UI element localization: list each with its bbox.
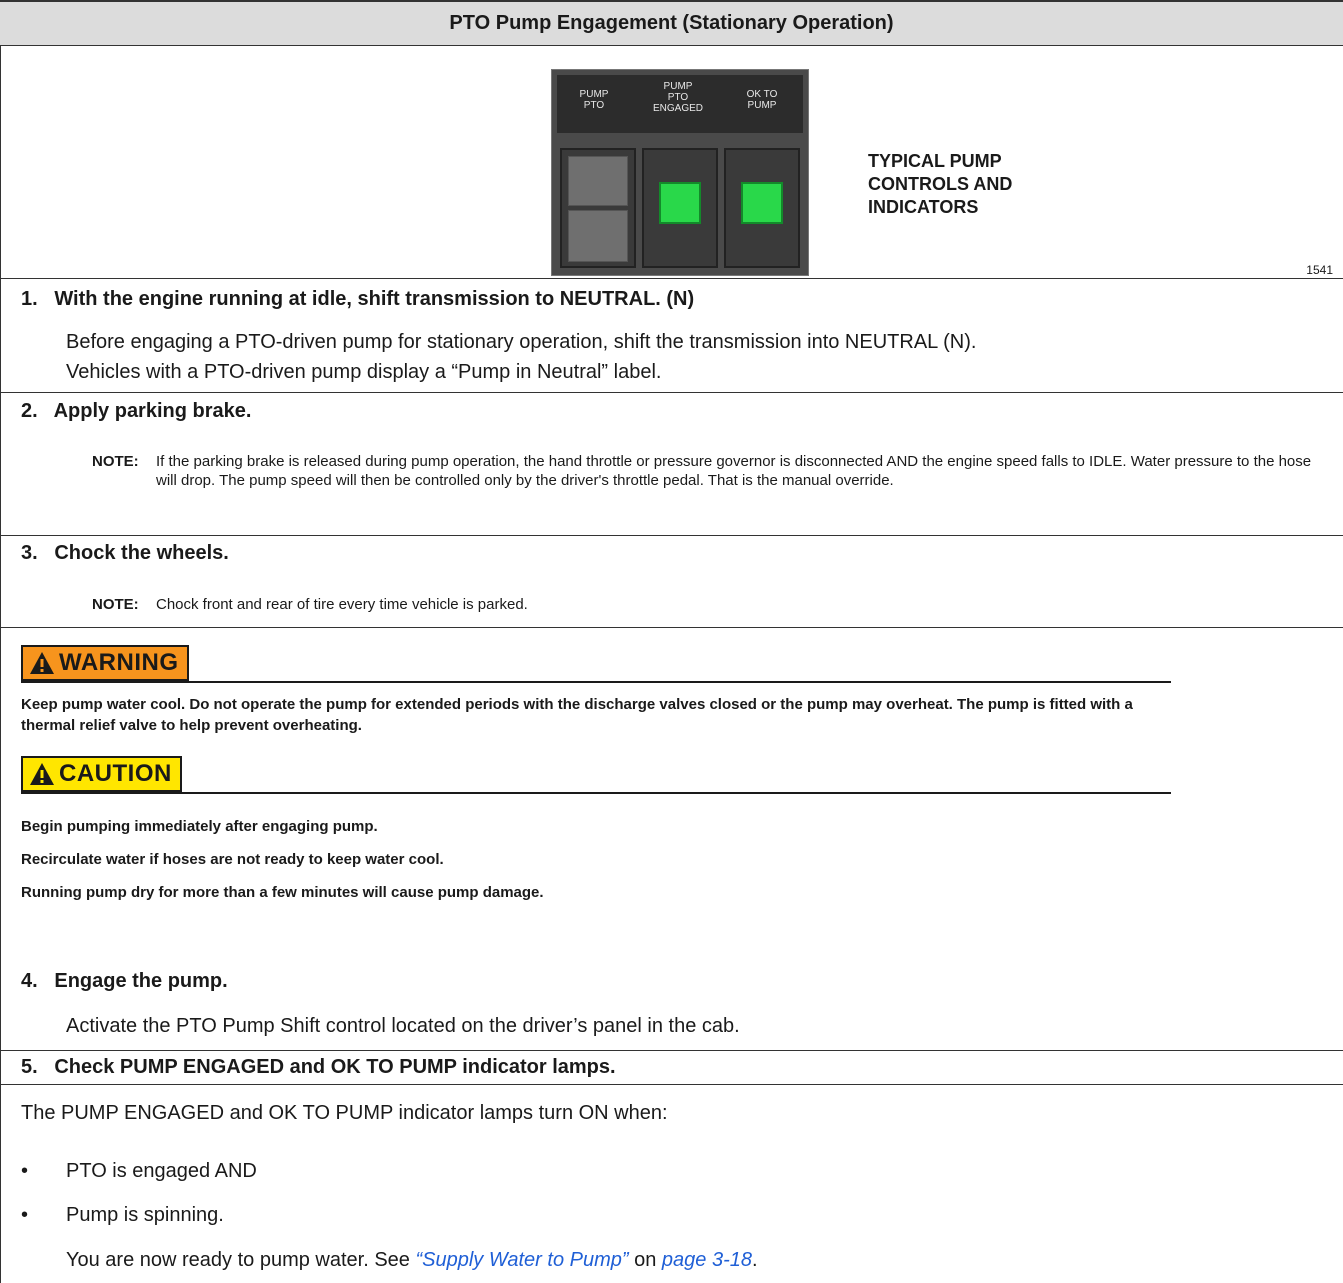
- pump-pto-label-text: PUMP PTO: [579, 89, 609, 111]
- caution-item: Running pump dry for more than a few min…: [21, 884, 544, 901]
- pump-pto-label: PUMP PTO: [559, 89, 629, 111]
- pump-pto-engaged-label-text: PUMP PTO ENGAGED: [652, 81, 703, 114]
- step-1-body: Before engaging a PTO-driven pump for st…: [66, 330, 976, 385]
- note-label: NOTE:: [92, 453, 139, 470]
- step-5-intro: The PUMP ENGAGED and OK TO PUMP indicato…: [21, 1102, 668, 1124]
- step-1-title-text: 1. With the engine running at idle, shif…: [21, 288, 695, 310]
- row-divider: [0, 1050, 1343, 1051]
- ready-text: .: [751, 1249, 758, 1271]
- note-text: If the parking brake is released during …: [156, 453, 1312, 489]
- pump-control-panel-figure: PUMP PTO PUMP PTO ENGAGED OK TO PUMP: [551, 69, 809, 276]
- warning-rule: [21, 681, 1171, 683]
- step-2-note: NOTE: If the parking brake is released du…: [92, 452, 1337, 490]
- step-4-body: Activate the PTO Pump Shift control loca…: [66, 1015, 740, 1037]
- page-3-18-link[interactable]: page 3-18: [662, 1249, 752, 1271]
- pump-engaged-lamp-icon: [659, 182, 701, 224]
- step-1-body-line: Vehicles with a PTO-driven pump display …: [66, 361, 662, 383]
- pump-pto-rocker-switch: [560, 148, 636, 268]
- figure-caption-line: INDICATORS: [868, 197, 979, 217]
- section-title: PTO Pump Engagement (Stationary Operatio…: [0, 0, 1343, 46]
- bullet-text: PTO is engaged AND: [66, 1160, 257, 1182]
- ok-to-pump-label-text: OK TO PUMP: [746, 89, 778, 111]
- panel-label-strip: PUMP PTO PUMP PTO ENGAGED OK TO PUMP: [557, 75, 803, 133]
- figure-caption-line: TYPICAL PUMP: [868, 151, 1002, 171]
- bullet-item: • PTO is engaged AND: [21, 1160, 257, 1183]
- pump-pto-engaged-label: PUMP PTO ENGAGED: [643, 81, 713, 114]
- row-divider: [0, 392, 1343, 393]
- rocker-lower: [568, 210, 628, 262]
- step-1-body-line: Before engaging a PTO-driven pump for st…: [66, 331, 977, 353]
- bullet-glyph: •: [21, 1204, 29, 1226]
- ok-to-pump-indicator: [724, 148, 800, 268]
- row-divider: [0, 278, 1343, 279]
- step-4-title: 4. Engage the pump.: [21, 970, 228, 993]
- warning-badge: WARNING: [21, 645, 189, 681]
- step-1-title: 1. With the engine running at idle, shif…: [21, 288, 694, 311]
- row-divider: [0, 627, 1343, 628]
- warning-triangle-icon: [30, 652, 54, 674]
- ready-line: You are now ready to pump water. See “Su…: [66, 1248, 758, 1273]
- figure-number: 1541: [1306, 263, 1333, 277]
- ready-text: on: [628, 1249, 662, 1271]
- note-label: NOTE:: [92, 596, 139, 613]
- caution-rule: [21, 792, 1171, 794]
- step-3-title: 3. Chock the wheels.: [21, 542, 229, 565]
- caution-item: Recirculate water if hoses are not ready…: [21, 851, 444, 868]
- supply-water-link[interactable]: “Supply Water to Pump”: [415, 1249, 628, 1271]
- rocker-upper: [568, 156, 628, 206]
- step-3-title-text: 3. Chock the wheels.: [21, 542, 229, 564]
- note-text: Chock front and rear of tire every time …: [156, 596, 528, 613]
- warning-label: WARNING: [59, 649, 179, 676]
- pump-engaged-indicator: [642, 148, 718, 268]
- step-2-title: 2. Apply parking brake.: [21, 400, 251, 423]
- bullet-text: Pump is spinning.: [66, 1204, 224, 1226]
- manual-page: PTO Pump Engagement (Stationary Operatio…: [0, 0, 1343, 1283]
- caution-label: CAUTION: [59, 760, 172, 787]
- step-5-title: 5. Check PUMP ENGAGED and OK TO PUMP ind…: [21, 1056, 616, 1079]
- step-3-note: NOTE: Chock front and rear of tire every …: [92, 595, 1337, 614]
- ready-text: You are now ready to pump water. See: [66, 1249, 416, 1271]
- caution-badge: CAUTION: [21, 756, 182, 792]
- bullet-glyph: •: [21, 1160, 29, 1182]
- warning-text: Keep pump water cool. Do not operate the…: [21, 696, 1133, 734]
- row-divider: [0, 1084, 1343, 1085]
- step-4-title-text: 4. Engage the pump.: [21, 970, 228, 992]
- caution-item: Begin pumping immediately after engaging…: [21, 818, 378, 835]
- row-divider: [0, 535, 1343, 536]
- caution-triangle-icon: [30, 763, 54, 785]
- ok-to-pump-label: OK TO PUMP: [727, 89, 797, 111]
- ok-to-pump-lamp-icon: [741, 182, 783, 224]
- step-2-title-text: 2. Apply parking brake.: [21, 400, 252, 422]
- figure-caption-line: CONTROLS AND: [868, 174, 1013, 194]
- step-5-title-text: 5. Check PUMP ENGAGED and OK TO PUMP ind…: [21, 1056, 616, 1078]
- figure-caption: TYPICAL PUMP CONTROLS AND INDICATORS: [868, 150, 1012, 219]
- bullet-item: • Pump is spinning.: [21, 1204, 224, 1227]
